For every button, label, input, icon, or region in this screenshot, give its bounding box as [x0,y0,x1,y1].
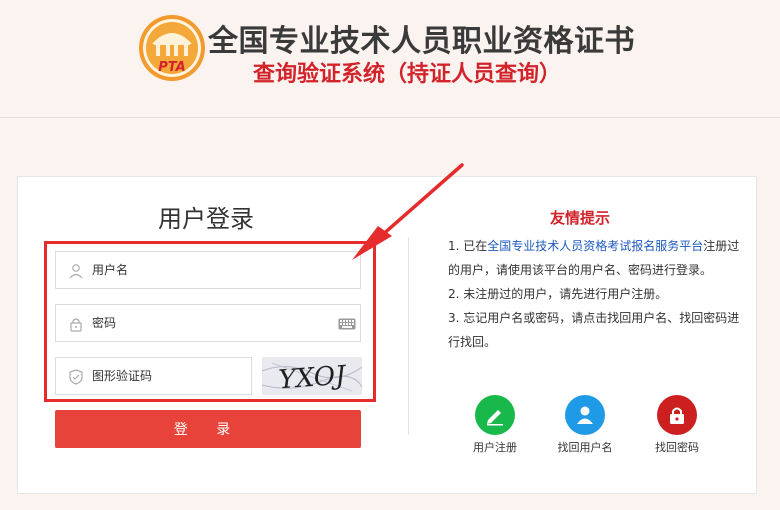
recover-password-circle[interactable] [657,395,697,435]
username-input[interactable] [92,252,352,288]
column-divider [408,237,409,435]
register-label[interactable]: 用户注册 [460,439,530,455]
captcha-input[interactable] [92,358,242,394]
tips-title: 友情提示 [550,209,611,227]
recover-username-action[interactable]: 找回用户名 [550,395,620,455]
pta-logo: PTA [139,15,205,81]
recover-username-label[interactable]: 找回用户名 [550,439,620,455]
recover-password-label[interactable]: 找回密码 [642,439,712,455]
page-header: PTA 全国专业技术人员职业资格证书 查询验证系统（持证人员查询） [0,0,780,118]
register-circle[interactable] [475,395,515,435]
password-field[interactable] [55,304,361,342]
tips-content: 1. 已在全国专业技术人员资格考试报名服务平台注册过的用户，请使用该平台的用户名… [448,234,743,354]
register-action[interactable]: 用户注册 [460,395,530,455]
recover-username-circle[interactable] [565,395,605,435]
user-icon [577,406,593,424]
tip-line-3: 3. 忘记用户名或密码，请点击找回用户名、找回密码进行找回。 [448,311,740,349]
page-title: 全国专业技术人员职业资格证书 [208,24,635,59]
user-outline-icon [69,264,83,279]
tip-line-1: 1. 已在全国专业技术人员资格考试报名服务平台注册过的用户，请使用该平台的用户名… [448,239,740,277]
lock-icon [670,407,684,424]
lock-outline-icon [70,318,82,332]
captcha-text: YXOJ [278,361,348,395]
password-input[interactable] [92,305,322,341]
recover-password-action[interactable]: 找回密码 [642,395,712,455]
username-field[interactable] [55,251,361,289]
page-subtitle: 查询验证系统（持证人员查询） [253,62,562,87]
keyboard-icon[interactable] [338,318,356,330]
pencil-icon [487,410,503,426]
login-title: 用户登录 [158,205,254,233]
login-button[interactable]: 登 录 [55,410,361,448]
tip-line-2: 2. 未注册过的用户，请先进行用户注册。 [448,287,668,301]
captcha-field[interactable] [55,357,252,395]
logo-text: PTA [158,60,185,75]
login-card: 用户登录 用户名 图形验证码 YXOJ 登 录 友情提示 1. 已在全国专业技术… [17,176,757,494]
registration-platform-link[interactable]: 全国专业技术人员资格考试报名服务平台 [487,239,703,253]
shield-icon [69,369,83,385]
captcha-image[interactable]: YXOJ [262,357,362,395]
